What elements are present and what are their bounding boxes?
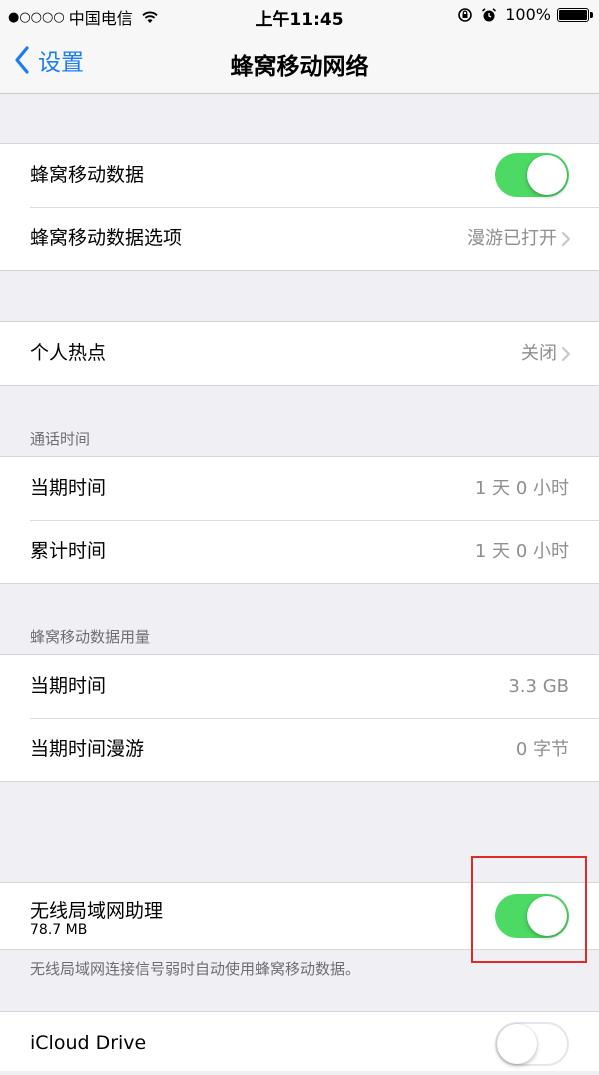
toggle-knob — [527, 155, 567, 195]
icloud-drive-toggle[interactable] — [495, 1022, 569, 1066]
cellular-data-toggle[interactable] — [495, 153, 569, 197]
cellular-data-row: 蜂窝移动数据 — [0, 144, 599, 207]
battery-percent: 100% — [505, 5, 551, 24]
chevron-right-icon — [561, 231, 571, 247]
cellular-data-group: 蜂窝移动数据 蜂窝移动数据选项 漫游已打开 — [0, 143, 599, 271]
chevron-right-icon — [561, 346, 571, 362]
call-time-group: 当期时间 1 天 0 小时 累计时间 1 天 0 小时 — [0, 456, 599, 584]
icloud-drive-label: iCloud Drive — [30, 1032, 147, 1054]
roaming-status: 漫游已打开 — [467, 228, 557, 249]
hotspot-group: 个人热点 关闭 — [0, 321, 599, 386]
current-period-row: 当期时间 1 天 0 小时 — [0, 457, 599, 520]
personal-hotspot-label: 个人热点 — [30, 342, 107, 364]
cellular-data-options-label: 蜂窝移动数据选项 — [30, 227, 183, 249]
personal-hotspot-row[interactable]: 个人热点 关闭 — [0, 322, 599, 385]
highlight-annotation — [471, 856, 587, 963]
wifi-assist-usage: 78.7 MB — [30, 922, 88, 938]
call-time-header: 通话时间 — [30, 430, 91, 448]
usage-current-period-row: 当期时间 3.3 GB — [0, 655, 599, 718]
current-period-value: 1 天 0 小时 — [474, 478, 569, 499]
toggle-knob — [497, 1024, 537, 1064]
usage-roaming-value: 0 字节 — [515, 739, 569, 760]
lifetime-label: 累计时间 — [30, 540, 107, 562]
wifi-assist-footer: 无线局域网连接信号弱时自动使用蜂窝移动数据。 — [30, 960, 361, 978]
page-title: 蜂窝移动网络 — [230, 54, 369, 80]
usage-roaming-row: 当期时间漫游 0 字节 — [0, 718, 599, 781]
data-usage-group: 当期时间 3.3 GB 当期时间漫游 0 字节 — [0, 654, 599, 782]
usage-current-period-label: 当期时间 — [30, 675, 107, 697]
status-right: 100% — [457, 5, 593, 24]
lifetime-row: 累计时间 1 天 0 小时 — [0, 520, 599, 583]
wifi-assist-label: 无线局域网助理 — [30, 900, 164, 922]
alarm-icon — [482, 7, 497, 21]
cellular-data-options-row[interactable]: 蜂窝移动数据选项 漫游已打开 — [0, 207, 599, 270]
usage-current-period-value: 3.3 GB — [508, 676, 569, 697]
lifetime-value: 1 天 0 小时 — [474, 541, 569, 562]
navigation-bar: 设置 蜂窝移动网络 — [0, 30, 599, 94]
current-period-label: 当期时间 — [30, 477, 107, 499]
usage-roaming-label: 当期时间漫游 — [30, 738, 145, 760]
hotspot-status: 关闭 — [521, 343, 557, 364]
battery-level — [559, 9, 587, 20]
status-bar: ●○○○○ 中国电信 上午11:45 100% — [0, 0, 599, 30]
icloud-drive-group: iCloud Drive — [0, 1011, 599, 1071]
cellular-data-label: 蜂窝移动数据 — [30, 164, 145, 186]
battery-icon — [557, 7, 593, 22]
rotation-lock-icon — [458, 7, 473, 22]
data-usage-header: 蜂窝移动数据用量 — [30, 628, 151, 646]
